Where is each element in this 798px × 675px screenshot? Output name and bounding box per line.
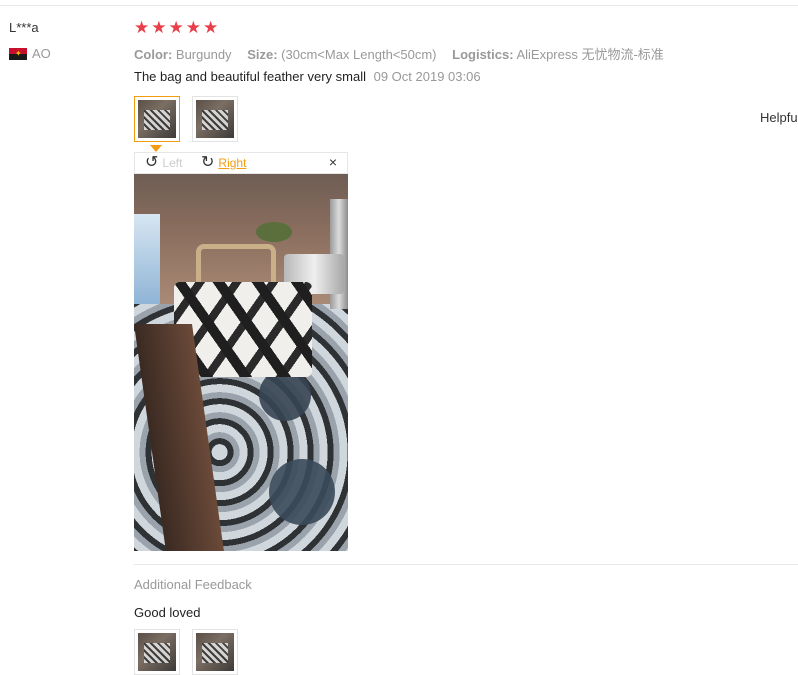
active-thumbnail-caret bbox=[150, 145, 162, 152]
review-photo-thumbnail[interactable] bbox=[192, 96, 238, 142]
additional-photo-thumbnail[interactable] bbox=[192, 629, 238, 675]
star-icon: ★ bbox=[151, 18, 167, 37]
logistics-label: Logistics: bbox=[452, 47, 514, 62]
enlarged-review-photo bbox=[134, 174, 348, 551]
review-text: The bag and beautiful feather very small bbox=[134, 69, 366, 84]
photo-image bbox=[138, 633, 176, 671]
review-photo-thumbnail[interactable] bbox=[134, 96, 180, 142]
star-icon: ★ bbox=[168, 18, 184, 37]
size-label: Size: bbox=[247, 47, 278, 62]
top-divider bbox=[0, 5, 798, 6]
star-icon: ★ bbox=[134, 18, 150, 37]
logistics-value: AliExpress 无忧物流-标准 bbox=[516, 47, 664, 62]
star-icon: ★ bbox=[185, 18, 201, 37]
reviewer-name: L***a bbox=[9, 20, 39, 35]
photo-image bbox=[196, 633, 234, 671]
section-divider bbox=[134, 564, 798, 565]
helpful-button[interactable]: Helpfu bbox=[760, 110, 798, 125]
star-icon: ★ bbox=[203, 18, 219, 37]
review-date: 09 Oct 2019 03:06 bbox=[373, 69, 481, 84]
angola-flag-icon: ✦ bbox=[9, 47, 27, 60]
reviewer-country: ✦ AO bbox=[9, 46, 51, 61]
color-label: Color: bbox=[134, 47, 173, 62]
size-value: (30cm<Max Length<50cm) bbox=[281, 47, 437, 62]
rotate-left-icon: ↺ bbox=[145, 154, 159, 171]
additional-feedback-title: Additional Feedback bbox=[134, 577, 252, 592]
close-icon[interactable]: × bbox=[329, 154, 337, 170]
rotate-left-label: Left bbox=[162, 156, 183, 170]
color-value: Burgundy bbox=[175, 47, 232, 62]
star-rating: ★ ★ ★ ★ ★ bbox=[134, 19, 218, 37]
additional-feedback-text: Good loved bbox=[134, 605, 201, 620]
country-code: AO bbox=[32, 46, 51, 61]
product-attributes: Color: Burgundy Size: (30cm<Max Length<5… bbox=[134, 44, 676, 63]
rotate-right-label: Right bbox=[218, 156, 247, 170]
photo-image bbox=[138, 100, 176, 138]
photo-image bbox=[196, 100, 234, 138]
rotate-right-icon: ↻ bbox=[201, 154, 215, 171]
additional-photo-thumbnail[interactable] bbox=[134, 629, 180, 675]
rotate-right-button[interactable]: ↻ Right bbox=[201, 153, 246, 173]
rotate-left-button[interactable]: ↺ Left bbox=[145, 153, 182, 173]
review-content: The bag and beautiful feather very small… bbox=[134, 69, 481, 84]
photo-viewer-toolbar: ↺ Left ↻ Right × bbox=[134, 152, 348, 174]
